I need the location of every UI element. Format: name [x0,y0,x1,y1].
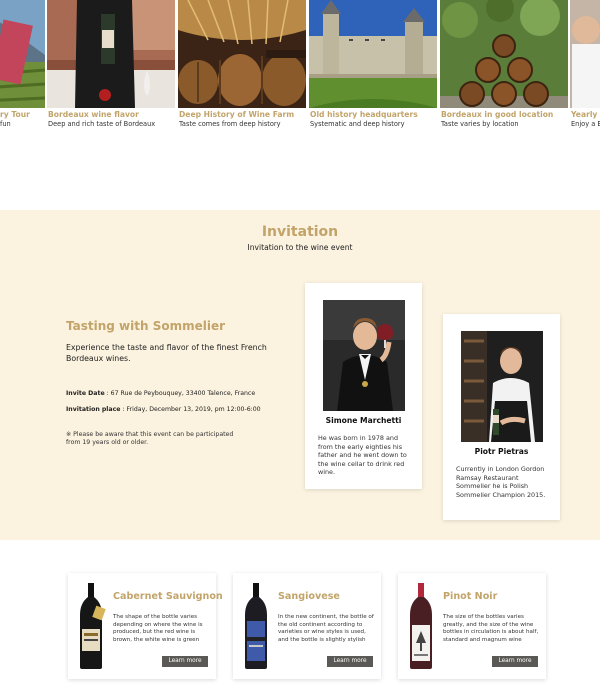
carousel-slide[interactable]: Deep History of Wine Farm Taste comes fr… [178,0,306,135]
invitation-title: Invitation [261,224,339,240]
vineyard-tour-image [0,0,45,108]
wine-bottle-image [245,583,267,669]
wine-farm-history-image [178,0,306,108]
carousel-slide[interactable]: Bordeaux in good location Taste varies b… [440,0,568,135]
bordeaux-wine-flavor-image [47,0,175,108]
age-notice: ※ Please be aware that this event can be… [66,431,234,446]
learn-more-button[interactable]: Learn more [492,656,538,667]
wine-description: The size of the bottles varies greatly, … [443,614,539,643]
sommelier-name: Simone Marchetti [325,416,402,425]
invite-place-value: : Friday, December 13, 2019, pm 12:00-6:… [120,406,261,413]
slide-title: ry Tour [0,110,30,119]
old-headquarters-image [309,0,437,108]
invite-place: Invitation place : Friday, December 13, … [66,406,261,413]
slide-subtitle: Taste varies by location [441,120,519,128]
invitation-subtitle: Invitation to the wine event [247,243,353,252]
slide-subtitle: Systematic and deep history [310,120,405,128]
wine-description: In the new continent, the bottle of the … [278,614,374,643]
wine-bottle-image [80,583,106,669]
slide-subtitle: fun [0,120,11,128]
carousel-slide[interactable]: ry Tour fun [0,0,45,135]
tasting-description: Experience the taste and flavor of the f… [66,343,267,363]
invite-date-label: Invite Date [66,390,105,397]
image-carousel[interactable]: ry Tour fun Bordeaux wine flavor Deep an… [0,0,600,135]
wine-description: The shape of the bottle varies depending… [113,614,203,643]
wine-card: Pinot Noir The size of the bottles varie… [398,573,546,679]
invite-date-value: : 67 Rue de Peybouquey, 33400 Talence, F… [104,390,256,397]
sommelier-card: Simone Marchetti He was born in 1978 and… [305,283,422,489]
learn-more-button[interactable]: Learn more [162,656,208,667]
slide-title: Bordeaux wine flavor [48,110,139,119]
slide-subtitle: Deep and rich taste of Bordeaux [48,120,156,128]
sommelier-name: Piotr Pietras [474,447,529,456]
slide-subtitle: Enjoy a B [571,120,600,128]
tasting-title: Tasting with Sommelier [66,319,226,333]
invitation-section: Invitation Invitation to the wine event … [0,210,600,540]
invite-date: Invite Date : 67 Rue de Peybouquey, 3340… [66,390,255,397]
slide-title: Yearly W [571,110,600,119]
yearly-wine-image [570,0,600,108]
wine-title: Sangiovese [278,591,340,602]
wine-title: Pinot Noir [443,591,498,602]
slide-title: Old history headquarters [310,110,418,119]
wine-card: Cabernet Sauvignon The shape of the bott… [68,573,223,679]
carousel-slide[interactable]: Bordeaux wine flavor Deep and rich taste… [47,0,175,135]
wine-card: Sangiovese In the new continent, the bot… [233,573,381,679]
sommelier-bio: Currently in London Gordon Ramsay Restau… [456,465,546,499]
carousel-slide[interactable]: Yearly W Enjoy a B [570,0,600,135]
wine-title: Cabernet Sauvignon [113,591,223,602]
sommelier-photo [323,300,405,411]
learn-more-button[interactable]: Learn more [327,656,373,667]
slide-title: Bordeaux in good location [441,110,554,119]
bordeaux-location-image [440,0,568,108]
invite-place-label: Invitation place [66,406,121,413]
sommelier-photo [461,331,543,442]
sommelier-bio: He was born in 1978 and from the early e… [318,434,407,477]
slide-subtitle: Taste comes from deep history [179,120,281,128]
sommelier-card: Piotr Pietras Currently in London Gordon… [443,314,560,520]
slide-title: Deep History of Wine Farm [179,110,295,119]
carousel-slide[interactable]: Old history headquarters Systematic and … [309,0,437,135]
wine-bottle-image [410,583,432,669]
